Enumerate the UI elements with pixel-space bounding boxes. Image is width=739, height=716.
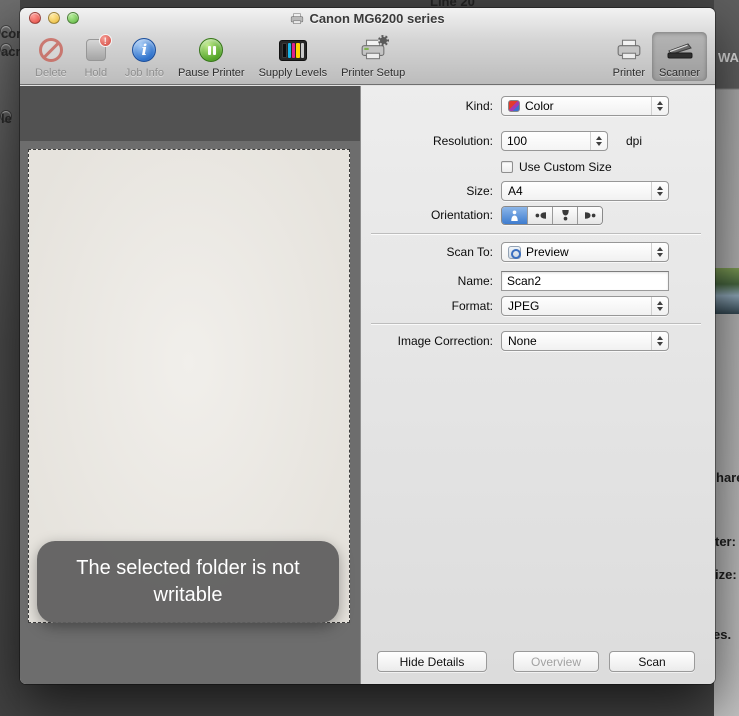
toolbar-pause-printer-label: Pause Printer	[177, 67, 245, 79]
scan-to-label: Scan To:	[446, 245, 493, 259]
background-photo-thumbnails	[714, 268, 739, 314]
use-custom-size-checkbox[interactable]	[501, 161, 513, 173]
reverse-portrait-person-icon	[561, 209, 569, 220]
toolbar-delete-button[interactable]: Delete	[28, 32, 74, 81]
toolbar-delete-label: Delete	[35, 67, 67, 79]
scan-to-popup[interactable]: Preview	[501, 242, 669, 262]
resolution-combo[interactable]	[501, 131, 608, 151]
toolbar-printer-view-label: Printer	[612, 67, 646, 79]
background-text-fragment: com	[0, 25, 28, 41]
printer-queue-window: Canon MG6200 series Delete ! Hold i Job …	[20, 8, 715, 684]
toolbar-job-info-label: Job Info	[124, 67, 164, 79]
hide-details-button[interactable]: Hide Details	[377, 651, 487, 672]
name-input[interactable]	[501, 271, 669, 291]
resolution-label: Resolution:	[432, 134, 493, 148]
size-popup[interactable]: A4	[501, 181, 669, 201]
landscape-right-person-icon	[584, 211, 595, 219]
scan-preview-pane: The selected folder is not writable	[20, 86, 360, 684]
titlebar[interactable]: Canon MG6200 series	[20, 8, 715, 29]
popup-arrows-icon	[651, 243, 668, 261]
toolbar-hold-button[interactable]: ! Hold	[74, 32, 118, 81]
toolbar-pause-printer-button[interactable]: Pause Printer	[171, 32, 252, 81]
scan-to-value: Preview	[526, 245, 569, 259]
popup-arrows-icon	[651, 97, 668, 115]
window-printer-icon	[291, 12, 304, 24]
format-popup[interactable]: JPEG	[501, 296, 669, 316]
size-label: Size:	[466, 184, 493, 198]
kind-label: Kind:	[465, 99, 493, 113]
hold-badge-icon: !	[98, 34, 112, 47]
zoom-button[interactable]	[67, 12, 79, 24]
image-correction-label: Image Correction:	[397, 334, 493, 348]
scan-settings-pane: Kind: Color Resolution: dpi	[360, 86, 715, 684]
delete-icon	[38, 38, 63, 62]
background-text-fragment: le	[0, 110, 12, 126]
folder-not-writable-toast: The selected folder is not writable	[37, 541, 339, 623]
name-label: Name:	[457, 274, 493, 288]
use-custom-size-label[interactable]: Use Custom Size	[519, 160, 612, 174]
orientation-portrait-segment[interactable]	[502, 206, 527, 224]
toolbar-job-info-button[interactable]: i Job Info	[118, 32, 171, 81]
toolbar-hold-label: Hold	[84, 67, 108, 79]
background-text-fragment: ter:	[715, 534, 736, 549]
window-title: Canon MG6200 series	[309, 11, 445, 26]
toolbar-scanner-view-label: Scanner	[659, 67, 700, 79]
toolbar-supply-levels-label: Supply Levels	[258, 67, 328, 79]
kind-value: Color	[525, 99, 554, 113]
landscape-left-person-icon	[535, 211, 546, 219]
dpi-label: dpi	[626, 134, 643, 148]
kind-popup[interactable]: Color	[501, 96, 669, 116]
format-label: Format:	[451, 299, 493, 313]
background-text-fragment: acru	[0, 43, 28, 59]
form-separator	[371, 233, 701, 234]
resolution-stepper-icon[interactable]	[590, 132, 607, 150]
toolbar: Delete ! Hold i Job Info Pause Printer S…	[20, 29, 715, 84]
popup-arrows-icon	[651, 332, 668, 350]
toolbar-supply-levels-button[interactable]: Supply Levels	[252, 32, 335, 81]
form-separator	[371, 323, 701, 324]
toolbar-printer-setup-button[interactable]: Printer Setup	[334, 32, 412, 81]
close-button[interactable]	[29, 12, 41, 24]
toolbar-scanner-view-button[interactable]: Scanner	[652, 32, 707, 81]
background-text-fragment: WA	[718, 50, 739, 65]
overview-button[interactable]: Overview	[513, 651, 599, 672]
toolbar-printer-setup-label: Printer Setup	[341, 67, 406, 79]
orientation-landscape-left-segment[interactable]	[527, 206, 552, 224]
background-right-window	[714, 0, 739, 716]
orientation-landscape-right-segment[interactable]	[577, 206, 602, 224]
printer-view-icon	[617, 39, 641, 60]
orientation-segmented-control	[501, 205, 603, 225]
background-text-fragment: es.	[713, 627, 732, 642]
preview-top-strip	[20, 86, 360, 141]
portrait-person-icon	[511, 210, 518, 221]
popup-arrows-icon	[651, 297, 668, 315]
orientation-reverse-portrait-segment[interactable]	[552, 206, 577, 224]
minimize-button[interactable]	[48, 12, 60, 24]
preview-app-icon	[508, 245, 521, 259]
background-text-fragment: ize:	[715, 567, 737, 582]
popup-arrows-icon	[651, 182, 668, 200]
format-value: JPEG	[508, 299, 540, 313]
background-text-fragment: hare	[716, 470, 739, 485]
gear-icon	[378, 35, 390, 46]
scan-button[interactable]: Scan	[609, 651, 695, 672]
job-info-icon: i	[132, 38, 157, 62]
image-correction-popup[interactable]: None	[501, 331, 669, 351]
toolbar-printer-view-button[interactable]: Printer	[606, 32, 652, 81]
background-left-window	[0, 0, 20, 716]
orientation-label: Orientation:	[430, 208, 493, 222]
color-swatch-icon	[508, 100, 520, 112]
pause-printer-icon	[199, 38, 224, 62]
size-value: A4	[508, 184, 523, 198]
resolution-input[interactable]	[502, 134, 590, 148]
image-correction-value: None	[508, 334, 537, 348]
scanner-view-icon	[667, 43, 692, 59]
supply-levels-icon	[278, 39, 307, 61]
window-content: The selected folder is not writable Kind…	[20, 86, 715, 684]
hold-icon: !	[85, 34, 112, 61]
window-chrome: Canon MG6200 series Delete ! Hold i Job …	[20, 8, 715, 85]
